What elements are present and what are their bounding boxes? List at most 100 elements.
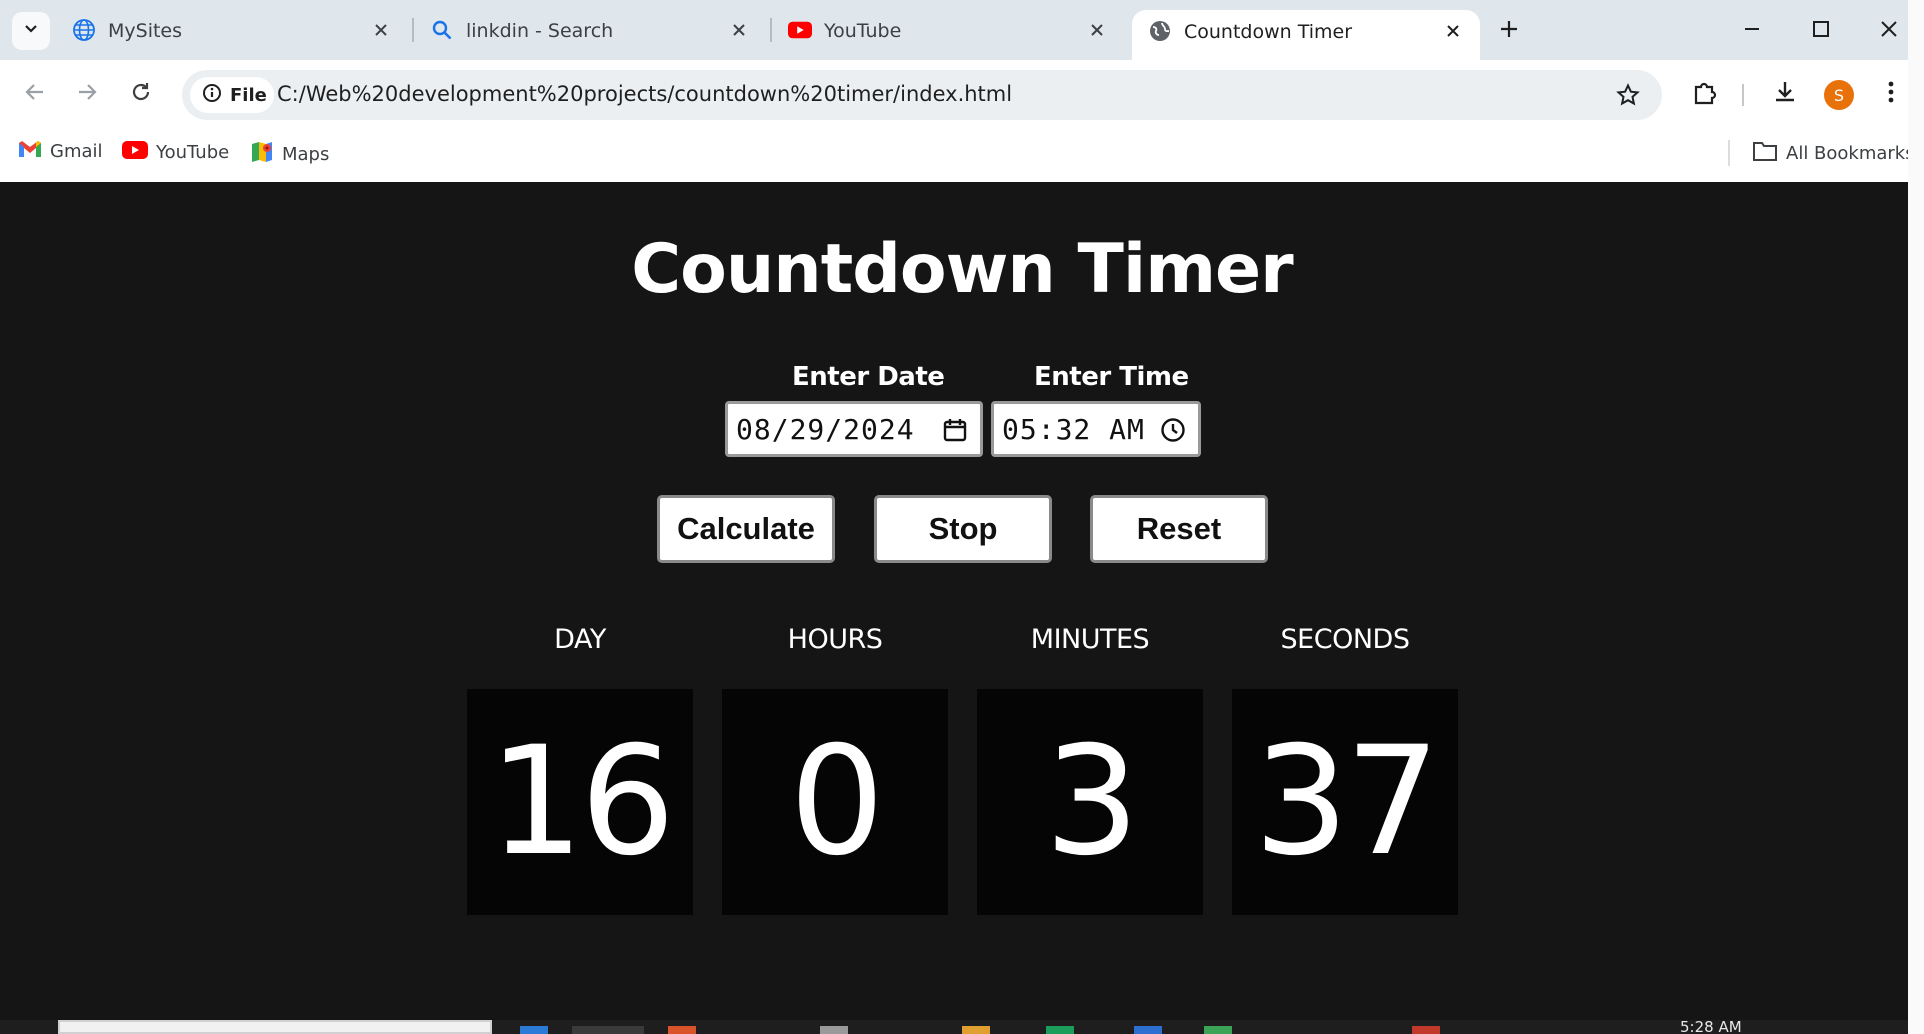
close-icon[interactable] (1440, 18, 1466, 44)
plus-icon (1499, 19, 1519, 43)
reset-button[interactable]: Reset (1090, 495, 1268, 563)
reload-button[interactable] (122, 75, 160, 113)
stop-button[interactable]: Stop (874, 495, 1052, 563)
date-value: 08/29/2024 (736, 412, 915, 446)
seconds-label: SECONDS (1280, 624, 1410, 655)
days-label: DAY (554, 624, 606, 655)
hours-value: 0 (789, 715, 884, 889)
toolbar-divider (1742, 84, 1744, 106)
seconds-value: 37 (1253, 715, 1441, 889)
page-content: Countdown Timer Enter Date Enter Time 08… (0, 182, 1908, 1020)
taskbar-app-icon[interactable] (962, 1026, 990, 1034)
globe-icon (1148, 19, 1172, 43)
puzzle-icon (1692, 79, 1718, 109)
bookmarks-divider (1728, 140, 1730, 166)
reload-icon (130, 81, 152, 107)
date-label: Enter Date (792, 362, 945, 392)
days-tile: 16 (467, 689, 693, 915)
time-value: 05:32 AM (1002, 412, 1145, 446)
extensions-button[interactable] (1686, 75, 1724, 113)
taskbar-app-icon[interactable] (1046, 1026, 1074, 1034)
maximize-button[interactable] (1804, 14, 1838, 48)
clock-icon[interactable] (1158, 415, 1188, 445)
chip-label: File (230, 84, 267, 106)
minutes-value: 3 (1044, 715, 1139, 889)
tab-strip: MySites linkdin - Search YouTube Countdo… (0, 0, 1908, 60)
minutes-label: MINUTES (1030, 624, 1150, 655)
tab-youtube[interactable]: YouTube (772, 0, 1124, 60)
bookmark-youtube[interactable]: YouTube (122, 140, 229, 165)
page-title: Countdown Timer (631, 230, 1293, 309)
taskbar-clock[interactable]: 5:28 AM (1680, 1020, 1742, 1034)
minimize-button[interactable] (1735, 14, 1769, 48)
tab-linkdin-search[interactable]: linkdin - Search (414, 0, 766, 60)
hours-label: HOURS (787, 624, 883, 655)
hours-tile: 0 (722, 689, 948, 915)
youtube-icon (122, 140, 148, 165)
close-icon[interactable] (726, 17, 752, 43)
bookmark-label: YouTube (156, 142, 230, 163)
download-icon (1772, 79, 1798, 109)
tab-title: Countdown Timer (1184, 21, 1353, 43)
info-icon (202, 83, 222, 107)
arrow-right-icon (76, 81, 98, 107)
taskbar-search-box[interactable] (58, 1020, 492, 1034)
minutes-tile: 3 (977, 689, 1203, 915)
maps-icon (250, 140, 274, 169)
url-text[interactable]: C:/Web%20development%20projects/countdow… (277, 82, 1012, 106)
new-tab-button[interactable] (1494, 16, 1524, 46)
forward-button[interactable] (68, 75, 106, 113)
taskbar-app-icon[interactable] (1134, 1026, 1162, 1034)
browser-window: MySites linkdin - Search YouTube Countdo… (0, 0, 1915, 1034)
tab-search-button[interactable] (12, 12, 50, 50)
chevron-down-icon (23, 21, 39, 41)
menu-button[interactable] (1876, 75, 1906, 113)
tab-title: linkdin - Search (466, 20, 614, 42)
close-icon[interactable] (1084, 17, 1110, 43)
taskbar-app-icon[interactable] (520, 1026, 548, 1034)
tab-countdown-timer[interactable]: Countdown Timer (1132, 10, 1480, 60)
time-input[interactable]: 05:32 AM (991, 401, 1201, 457)
time-label: Enter Time (1034, 362, 1189, 392)
tab-title: YouTube (824, 20, 902, 42)
days-value: 16 (488, 715, 676, 889)
taskbar-app-icon[interactable] (1412, 1026, 1440, 1034)
bookmark-maps[interactable]: Maps (250, 140, 329, 169)
window-edge (1908, 0, 1924, 1034)
maximize-icon (1812, 20, 1830, 42)
date-input[interactable]: 08/29/2024 (725, 401, 983, 457)
taskbar: 5:28 AM (0, 1020, 1908, 1034)
calendar-icon[interactable] (940, 415, 970, 445)
calculate-button[interactable]: Calculate (657, 495, 835, 563)
taskbar-app-icon[interactable] (572, 1026, 644, 1034)
bookmarks-bar: Gmail YouTube Maps All Bookmarks (0, 128, 1915, 182)
all-bookmarks-label: All Bookmarks (1786, 143, 1915, 164)
back-button[interactable] (16, 75, 54, 113)
all-bookmarks-button[interactable]: All Bookmarks (1752, 140, 1915, 167)
close-icon (1880, 20, 1898, 42)
site-info-chip[interactable]: File (190, 77, 274, 113)
taskbar-app-icon[interactable] (668, 1026, 696, 1034)
close-window-button[interactable] (1872, 14, 1906, 48)
bookmark-gmail[interactable]: Gmail (18, 140, 103, 163)
taskbar-app-icon[interactable] (1204, 1026, 1232, 1034)
globe-icon (72, 18, 96, 42)
search-icon (430, 18, 454, 42)
downloads-button[interactable] (1766, 75, 1804, 113)
close-icon[interactable] (368, 17, 394, 43)
taskbar-app-icon[interactable] (820, 1026, 848, 1034)
more-vertical-icon (1887, 80, 1895, 108)
bookmark-label: Gmail (50, 141, 103, 162)
tab-mysites[interactable]: MySites (56, 0, 408, 60)
tab-title: MySites (108, 20, 183, 42)
youtube-icon (788, 18, 812, 42)
seconds-tile: 37 (1232, 689, 1458, 915)
star-icon[interactable] (1614, 81, 1642, 109)
arrow-left-icon (24, 81, 46, 107)
address-bar[interactable]: File C:/Web%20development%20projects/cou… (182, 70, 1662, 120)
toolbar: File C:/Web%20development%20projects/cou… (0, 60, 1908, 128)
gmail-icon (18, 140, 42, 163)
profile-avatar[interactable]: S (1824, 80, 1854, 110)
bookmark-label: Maps (282, 144, 330, 165)
minimize-icon (1743, 20, 1761, 42)
